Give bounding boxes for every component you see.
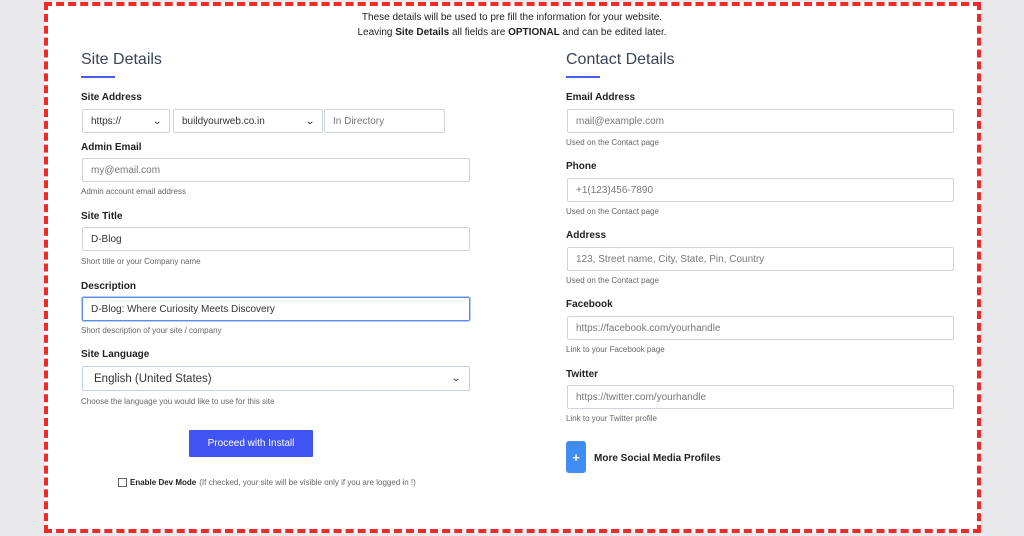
site-title-label: Site Title — [81, 211, 123, 222]
contact-details-underline — [566, 76, 600, 78]
chevron-down-icon: ⌄ — [304, 115, 315, 127]
chevron-down-icon: ⌄ — [450, 373, 461, 384]
protocol-value: https:// — [91, 115, 122, 127]
dev-mode-option: Enable Dev Mode (If checked, your site w… — [118, 478, 416, 487]
contact-email-help: Used on the Contact page — [566, 138, 659, 147]
facebook-help: Link to your Facebook page — [566, 345, 665, 354]
plus-icon: + — [572, 449, 580, 465]
address-help: Used on the Contact page — [566, 276, 659, 285]
site-title-help: Short title or your Company name — [81, 257, 201, 266]
admin-email-input[interactable]: my@email.com — [82, 158, 470, 182]
dev-mode-label[interactable]: Enable Dev Mode — [130, 478, 196, 487]
site-details-underline — [81, 76, 115, 78]
site-language-label: Site Language — [81, 349, 150, 360]
site-address-label: Site Address — [81, 92, 142, 103]
address-input[interactable]: 123, Street name, City, State, Pin, Coun… — [567, 247, 954, 271]
description-label: Description — [81, 281, 137, 292]
proceed-install-button[interactable]: Proceed with Install — [189, 430, 313, 457]
facebook-input[interactable]: https://facebook.com/yourhandle — [567, 316, 954, 340]
notice-line-2: Leaving Site Details all fields are OPTI… — [357, 27, 667, 38]
description-input[interactable]: D-Blog: Where Curiosity Meets Discovery — [82, 297, 470, 321]
language-help: Choose the language you would like to us… — [81, 397, 275, 406]
contact-details-heading: Contact Details — [566, 51, 675, 68]
notice-line-1: These details will be used to pre fill t… — [361, 12, 663, 23]
chevron-down-icon: ⌄ — [151, 115, 162, 127]
protocol-select[interactable]: https:// ⌄ — [82, 109, 170, 133]
facebook-label: Facebook — [566, 299, 613, 310]
dev-mode-note: (If checked, your site will be visible o… — [199, 478, 416, 487]
description-help: Short description of your site / company — [81, 326, 222, 335]
twitter-label: Twitter — [566, 369, 599, 380]
more-social-profiles-label[interactable]: More Social Media Profiles — [594, 453, 721, 464]
twitter-help: Link to your Twitter profile — [566, 414, 658, 423]
email-address-label: Email Address — [566, 92, 636, 103]
domain-select[interactable]: buildyourweb.co.in ⌄ — [173, 109, 323, 133]
twitter-input[interactable]: https://twitter.com/yourhandle — [567, 385, 954, 409]
add-social-profile-button[interactable]: + — [566, 441, 586, 473]
dev-mode-checkbox[interactable] — [118, 478, 127, 487]
directory-input[interactable]: In Directory — [324, 109, 445, 133]
phone-input[interactable]: +1(123)456-7890 — [567, 178, 954, 202]
phone-label: Phone — [566, 161, 597, 172]
admin-email-label: Admin Email — [81, 142, 142, 153]
phone-help: Used on the Contact page — [566, 207, 659, 216]
language-value: English (United States) — [94, 372, 212, 385]
site-title-input[interactable]: D-Blog — [82, 227, 470, 251]
site-details-heading: Site Details — [81, 51, 162, 68]
address-label: Address — [566, 230, 607, 241]
language-select[interactable]: English (United States) ⌄ — [82, 366, 470, 391]
admin-email-help: Admin account email address — [81, 187, 186, 196]
contact-email-input[interactable]: mail@example.com — [567, 109, 954, 133]
domain-value: buildyourweb.co.in — [182, 115, 265, 127]
